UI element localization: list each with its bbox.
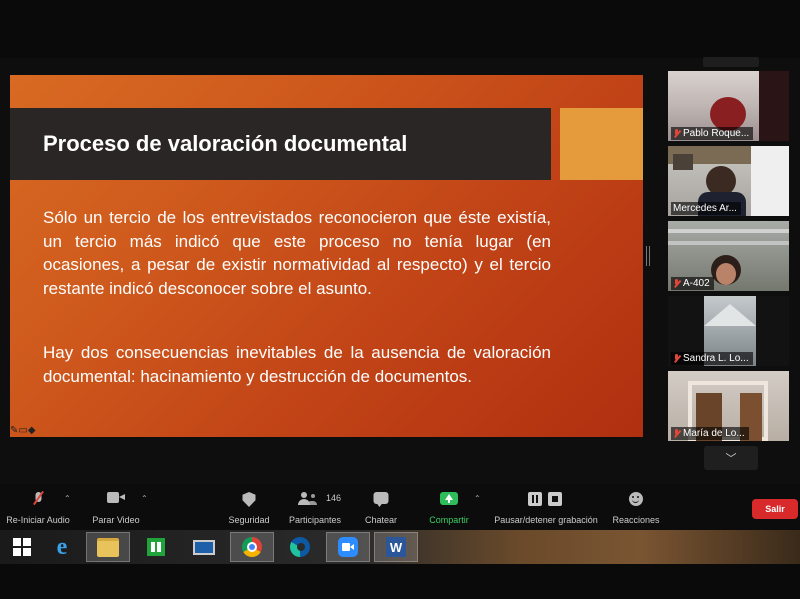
mic-muted-icon [673,279,680,288]
chrome-icon [242,537,262,557]
taskbar-remote-desktop[interactable] [182,532,226,562]
gallery-resize-handle[interactable] [646,246,650,266]
record-label: Pausar/detener grabación [494,515,598,525]
participants-count: 146 [326,493,342,503]
slide-annotation-tools[interactable]: ✎▭◆ [10,425,36,436]
record-controls-icon [528,492,564,506]
security-button[interactable]: Seguridad [222,484,276,530]
participant-tile[interactable]: Mercedes Ar... [668,146,789,216]
share-options-caret[interactable]: ⌃ [474,494,481,503]
screen-bottom-bar [0,564,800,599]
video-button[interactable]: Parar Video [88,484,144,530]
participant-name: Mercedes Ar... [673,203,737,214]
taskbar-chrome[interactable] [230,532,274,562]
remote-desktop-icon [193,539,215,555]
slide-title-bar: Proceso de valoración documental [10,108,551,180]
mic-off-icon [34,492,43,505]
edge-icon [290,537,310,557]
start-button[interactable] [0,532,44,562]
participant-name: A-402 [683,278,710,289]
participants-button[interactable]: 146 Participantes [284,484,346,530]
camera-icon [107,492,125,503]
audio-options-caret[interactable]: ⌃ [64,494,71,503]
participant-tile[interactable]: A-402 [668,221,789,291]
mic-muted-icon [673,354,680,363]
participant-video [716,263,736,285]
record-controls[interactable]: Pausar/detener grabación [490,484,602,530]
participant-name-tag: Mercedes Ar... [671,202,741,215]
taskbar-edge[interactable] [278,532,322,562]
video-background [751,146,789,216]
screen-top-bar [0,0,800,58]
participant-name: Pablo Roque... [683,128,750,139]
slide-accent-block [560,108,643,180]
participant-name: María de Lo... [683,428,745,439]
internet-explorer-icon: e [56,533,68,560]
video-label: Parar Video [92,515,140,525]
audio-label: Re-Iniciar Audio [6,515,70,525]
leave-meeting-button[interactable]: Salir [752,499,798,519]
participant-tile[interactable]: Sandra L. Lo... [668,296,789,366]
file-explorer-icon [97,537,119,557]
slide-paragraph-1: Sólo un tercio de los entrevistados reco… [43,208,551,298]
share-label: Compartir [429,515,469,525]
shield-icon [242,492,256,507]
video-options-caret[interactable]: ⌃ [141,494,148,503]
zoom-icon [338,537,358,557]
taskbar-store[interactable] [134,532,178,562]
video-background [759,71,789,141]
share-screen-button[interactable]: Compartir [424,484,474,530]
participant-name-tag: Sandra L. Lo... [671,352,753,365]
video-background [673,154,693,170]
taskbar-internet-explorer[interactable]: e [40,532,84,562]
participants-icon [297,492,317,505]
chat-label: Chatear [364,515,398,525]
share-screen-icon [440,492,458,505]
reactions-button[interactable]: Reacciones [610,484,662,530]
taskbar-word[interactable]: W [374,532,418,562]
video-background [704,304,756,326]
windows-taskbar: e W [0,530,800,564]
mic-muted-icon [673,429,680,438]
shared-slide: Proceso de valoración documental Sólo un… [10,75,643,437]
participant-tile[interactable]: María de Lo... [668,371,789,441]
video-background [668,229,789,233]
slide-title: Proceso de valoración documental [43,131,408,156]
windows-start-icon [13,538,31,556]
store-icon [147,538,165,556]
stop-icon[interactable] [548,492,562,506]
word-icon: W [386,537,406,557]
participant-video [710,97,746,131]
mic-muted-icon [673,129,680,138]
slide-paragraph-2: Hay dos consecuencias inevitables de la … [43,343,551,386]
gallery-top-handle[interactable] [703,57,759,67]
chevron-down-icon: ﹀ [725,453,737,465]
participant-name-tag: A-402 [671,277,714,290]
audio-button[interactable]: Re-Iniciar Audio [0,484,76,530]
pause-icon[interactable] [528,492,542,506]
smile-icon [629,492,643,506]
gallery-scroll-down-button[interactable]: ﹀ [704,446,758,470]
participant-name: Sandra L. Lo... [683,353,749,364]
taskbar-file-explorer[interactable] [86,532,130,562]
video-background [668,241,789,245]
participants-label: Participantes [288,515,342,525]
participant-tile[interactable]: Pablo Roque... [668,71,789,141]
participant-name-tag: Pablo Roque... [671,127,754,140]
taskbar-zoom[interactable] [326,532,370,562]
reactions-label: Reacciones [612,515,660,525]
security-label: Seguridad [228,515,270,525]
participant-name-tag: María de Lo... [671,427,749,440]
meeting-toolbar: Re-Iniciar Audio ⌃ Parar Video ⌃ Segurid… [0,484,800,530]
chat-button[interactable]: Chatear [358,484,404,530]
chat-icon [373,492,389,507]
